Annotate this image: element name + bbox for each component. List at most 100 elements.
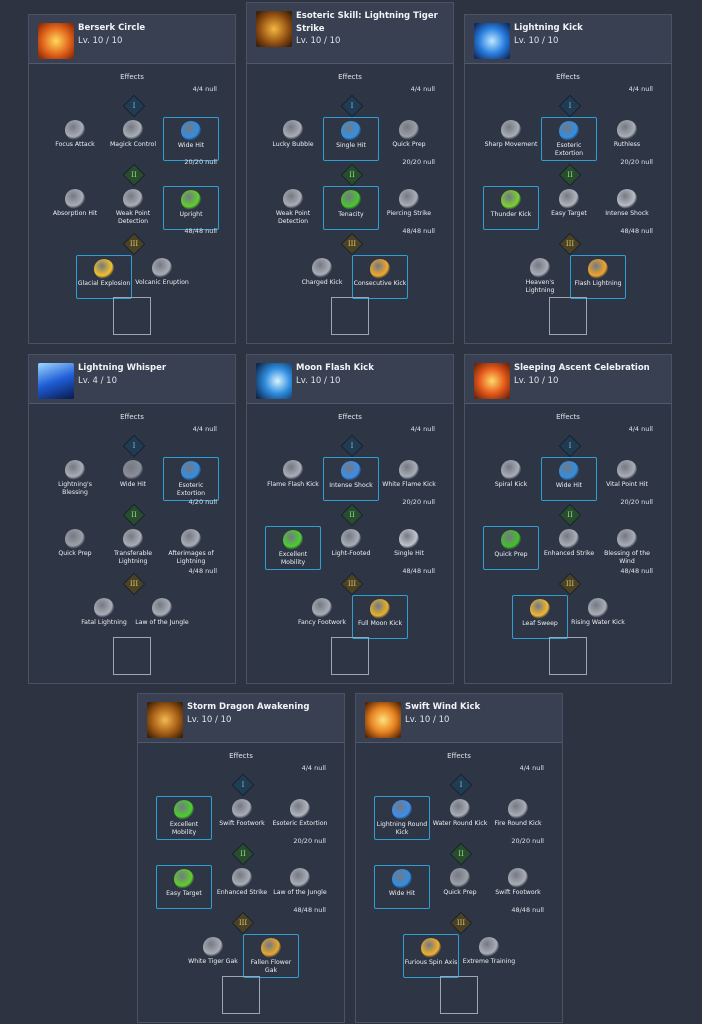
effect-option[interactable]: Easy Target [541, 186, 597, 230]
effect-option[interactable]: Full Moon Kick [352, 595, 408, 639]
effect-option[interactable]: Spiral Kick [483, 457, 539, 501]
effect-option[interactable]: Weak Point Detection [265, 186, 321, 230]
effect-option[interactable]: Swift Footwork [490, 865, 546, 909]
effects-label: Effects [556, 73, 580, 81]
effect-option[interactable]: Fatal Lightning [76, 595, 132, 639]
empty-slot[interactable] [331, 297, 369, 335]
effect-option[interactable]: Wide Hit [541, 457, 597, 501]
effect-option[interactable]: Furious Spin Axis [403, 934, 459, 978]
effect-option[interactable]: Rising Water Kick [570, 595, 626, 639]
effect-option[interactable]: Intense Shock [599, 186, 655, 230]
effect-option[interactable]: Sharp Movement [483, 117, 539, 161]
effect-option[interactable]: Afterimages of Lightning [163, 526, 219, 570]
effect-option[interactable]: Lightning's Blessing [47, 457, 103, 501]
tier-3-badge: III [558, 572, 582, 596]
effect-option-label: Flame Flash Kick [267, 481, 319, 488]
effect-option[interactable]: Fallen Flower Gak [243, 934, 299, 978]
effect-option[interactable]: Fire Round Kick [490, 796, 546, 840]
effect-option[interactable]: Enhanced Strike [214, 865, 270, 909]
effect-option[interactable]: Esoteric Extortion [272, 796, 328, 840]
effect-option[interactable]: Flash Lightning [570, 255, 626, 299]
effect-option[interactable]: Piercing Strike [381, 186, 437, 230]
effect-option[interactable]: Flame Flash Kick [265, 457, 321, 501]
furious-spin-icon [421, 938, 441, 958]
transferable-lightning-icon [123, 529, 143, 549]
effect-option[interactable]: Blessing of the Wind [599, 526, 655, 570]
skill-card-header: Storm Dragon Awakening Lv. 10 / 10 [138, 694, 344, 743]
effect-option[interactable]: Lucky Bubble [265, 117, 321, 161]
effect-option[interactable]: Single Hit [381, 526, 437, 570]
empty-slot[interactable] [113, 637, 151, 675]
empty-slot[interactable] [331, 637, 369, 675]
tier-2-badge: II [558, 503, 582, 527]
effect-option[interactable]: Esoteric Extortion [541, 117, 597, 161]
effect-option[interactable]: Quick Prep [483, 526, 539, 570]
effect-option[interactable]: Vital Point Hit [599, 457, 655, 501]
skill-card: Sleeping Ascent Celebration Lv. 10 / 10 … [464, 354, 672, 684]
intense-shock-icon [341, 461, 361, 481]
tier-3-badge: III [122, 572, 146, 596]
tier-3-progress: 48/48 null [402, 567, 435, 575]
effect-option[interactable]: Lightning Round Kick [374, 796, 430, 840]
effect-option-label: Focus Attack [55, 141, 95, 148]
tier-1-progress: 4/4 null [628, 425, 653, 433]
empty-slot[interactable] [549, 297, 587, 335]
effect-option[interactable]: Extreme Training [461, 934, 517, 978]
empty-slot[interactable] [549, 637, 587, 675]
effects-label: Effects [447, 752, 471, 760]
effect-option[interactable]: Leaf Sweep [512, 595, 568, 639]
tier-3-badge: III [558, 232, 582, 256]
effect-option[interactable]: Law of the Jungle [272, 865, 328, 909]
effect-option[interactable]: Upright [163, 186, 219, 230]
effect-option[interactable]: Quick Prep [432, 865, 488, 909]
effect-option-label: Full Moon Kick [357, 620, 403, 627]
wide-hit-icon [392, 869, 412, 889]
intense-shock-icon [617, 189, 637, 209]
effect-option-label: Excellent Mobility [169, 821, 199, 836]
effect-option[interactable]: White Flame Kick [381, 457, 437, 501]
effect-option[interactable]: Wide Hit [163, 117, 219, 161]
effect-option[interactable]: Enhanced Strike [541, 526, 597, 570]
effect-option[interactable]: Easy Target [156, 865, 212, 909]
effect-option[interactable]: Water Round Kick [432, 796, 488, 840]
effect-option[interactable]: Tenacity [323, 186, 379, 230]
effect-option[interactable]: Quick Prep [47, 526, 103, 570]
effect-option[interactable]: Thunder Kick [483, 186, 539, 230]
effect-option[interactable]: Heaven's Lightning [512, 255, 568, 299]
effect-option[interactable]: Swift Footwork [214, 796, 270, 840]
effect-option[interactable]: Consecutive Kick [352, 255, 408, 299]
effect-option[interactable]: Transferable Lightning [105, 526, 161, 570]
effect-option[interactable]: Fancy Footwork [294, 595, 350, 639]
tier-2-badge: II [449, 842, 473, 866]
effect-option[interactable]: Quick Prep [381, 117, 437, 161]
effect-option-label: Swift Footwork [219, 820, 265, 827]
effect-option[interactable]: Excellent Mobility [156, 796, 212, 840]
empty-slot[interactable] [113, 297, 151, 335]
effect-option[interactable]: Intense Shock [323, 457, 379, 501]
effect-option[interactable]: Charged Kick [294, 255, 350, 299]
effect-option[interactable]: Single Hit [323, 117, 379, 161]
effect-option[interactable]: Focus Attack [47, 117, 103, 161]
effect-option[interactable]: Volcanic Eruption [134, 255, 190, 299]
effect-option[interactable]: Glacial Explosion [76, 255, 132, 299]
effect-option[interactable]: Weak Point Detection [105, 186, 161, 230]
tier-1-progress: 4/4 null [301, 764, 326, 772]
empty-slot[interactable] [440, 976, 478, 1014]
effect-option[interactable]: Excellent Mobility [265, 526, 321, 570]
tier-2-badge: II [122, 163, 146, 187]
effect-option[interactable]: Magick Control [105, 117, 161, 161]
effect-option[interactable]: Wide Hit [105, 457, 161, 501]
empty-slot[interactable] [222, 976, 260, 1014]
effect-option[interactable]: Absorption Hit [47, 186, 103, 230]
upright-icon [181, 190, 201, 210]
tier-1-badge: I [558, 94, 582, 118]
effect-option-label: Wide Hit [119, 481, 147, 488]
effect-option[interactable]: Esoteric Extortion [163, 457, 219, 501]
effect-option[interactable]: Light-Footed [323, 526, 379, 570]
effect-option[interactable]: Wide Hit [374, 865, 430, 909]
effect-option[interactable]: White Tiger Gak [185, 934, 241, 978]
effect-option[interactable]: Ruthless [599, 117, 655, 161]
skill-card: Swift Wind Kick Lv. 10 / 10 Effects 4/4 n… [355, 693, 563, 1023]
effect-option[interactable]: Law of the Jungle [134, 595, 190, 639]
tier-3-badge: III [340, 232, 364, 256]
